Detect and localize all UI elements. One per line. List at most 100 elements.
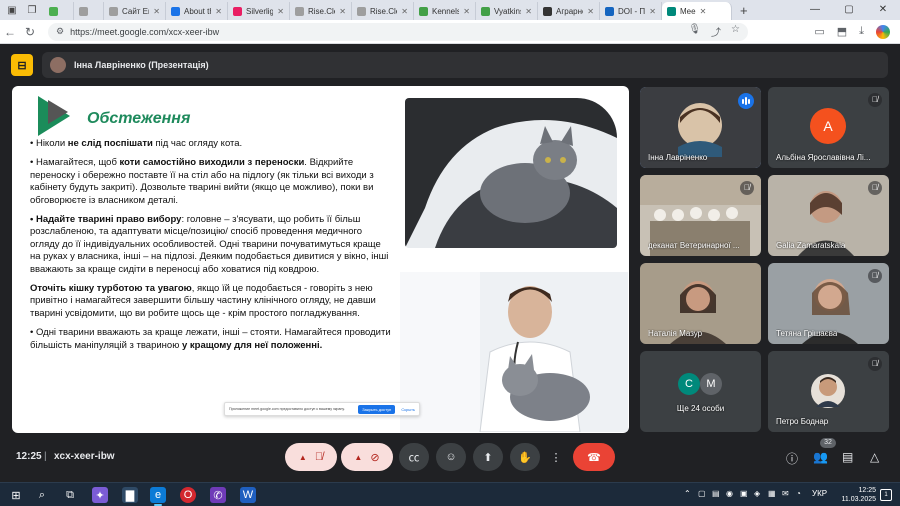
browser-tab[interactable]: Kennels ✕: [414, 2, 476, 20]
clock-time: 12:25: [858, 487, 876, 494]
video-options-chevron-icon[interactable]: ▲: [354, 453, 362, 462]
browser-tab[interactable]: [44, 2, 74, 20]
present-screen-icon: ⬆: [483, 451, 493, 464]
participant-tile[interactable]: A 🎙̸ Альбіна Ярославівна Лі...: [768, 87, 889, 168]
leave-call-button[interactable]: ☎: [573, 443, 615, 471]
close-window-button[interactable]: ✕: [866, 0, 900, 20]
close-tab-icon[interactable]: ✕: [339, 7, 346, 16]
tab-actions-icon[interactable]: ▣: [4, 3, 20, 17]
browser-tab[interactable]: Сайт Eral ✕: [104, 2, 166, 20]
window-controls: — ▢ ✕: [798, 0, 900, 20]
browser-tab[interactable]: Vyatkins ✕: [476, 2, 538, 20]
participant-tile[interactable]: 🎙̸ Петро Боднар: [768, 351, 889, 432]
browser-tab[interactable]: Rise.Clen ✕: [352, 2, 414, 20]
maximize-button[interactable]: ▢: [832, 0, 866, 20]
workspaces-icon[interactable]: ❐: [24, 3, 40, 17]
mic-in-use-icon[interactable]: 🎙: [688, 24, 701, 39]
activities-icon[interactable]: △: [870, 450, 879, 464]
info-icon[interactable]: ⓘ: [786, 450, 798, 467]
more-participants-tile[interactable]: C M Ще 24 особи: [640, 351, 761, 432]
close-tab-icon[interactable]: ✕: [525, 7, 532, 16]
close-tab-icon[interactable]: ✕: [277, 7, 284, 16]
tray-app-icon[interactable]: ▤: [712, 489, 720, 498]
participant-tile[interactable]: Інна Лавріненко: [640, 87, 761, 168]
copilot-app-icon[interactable]: ✦: [92, 487, 108, 503]
tray-app-icon[interactable]: ✉: [782, 489, 789, 498]
chat-icon[interactable]: ▤: [842, 450, 853, 464]
tab-favicon-icon: [605, 6, 614, 16]
close-tab-icon[interactable]: ✕: [401, 7, 408, 16]
system-clock[interactable]: 12:25 11.03.2025: [836, 486, 876, 504]
share-notice-text: Приложение meet.google.com предоставило …: [229, 407, 345, 411]
more-options-button[interactable]: ⋮: [545, 443, 567, 471]
mic-off-icon[interactable]: 🎙̸: [315, 451, 323, 463]
browser-tab[interactable]: Mee ✕: [662, 2, 732, 20]
word-app-icon[interactable]: W: [240, 487, 256, 503]
new-tab-button[interactable]: +: [740, 3, 748, 18]
participant-tile[interactable]: 🎙̸ Тетяна Грішаєва: [768, 263, 889, 344]
tray-app-icon[interactable]: ◉: [726, 489, 733, 498]
language-indicator[interactable]: УКР: [812, 489, 827, 498]
stop-presenting-icon[interactable]: ⊟: [11, 54, 33, 76]
browser-tab[interactable]: [74, 2, 104, 20]
camera-control[interactable]: ▲ ⊘: [341, 443, 393, 471]
tab-favicon-icon: [295, 6, 304, 16]
close-tab-icon[interactable]: ✕: [649, 7, 656, 16]
network-icon[interactable]: ◔: [796, 489, 801, 498]
participant-tile[interactable]: 🎙̸ Galia Zamaratskaia: [768, 175, 889, 256]
browser-tab[interactable]: Silverligh ✕: [228, 2, 290, 20]
reload-icon[interactable]: ↻: [20, 25, 40, 39]
stop-sharing-button[interactable]: Закрыть доступ: [358, 404, 396, 414]
minimize-button[interactable]: —: [798, 0, 832, 20]
participant-name: деканат Ветеринарної ...: [648, 241, 740, 250]
close-tab-icon[interactable]: ✕: [463, 7, 470, 16]
captions-button[interactable]: ㏄: [399, 443, 429, 471]
raise-hand-button[interactable]: ✋: [510, 443, 540, 471]
copilot-icon[interactable]: [876, 24, 890, 39]
participant-name: Тетяна Грішаєва: [776, 329, 838, 338]
camera-off-icon[interactable]: ⊘: [370, 451, 379, 464]
browser-tab[interactable]: Rise.Clen ✕: [290, 2, 352, 20]
meeting-separator: |: [44, 451, 47, 462]
participant-tile[interactable]: Наталія Мазур: [640, 263, 761, 344]
downloads-icon[interactable]: ⤓: [859, 25, 864, 38]
tray-overflow-icon[interactable]: ⌃: [684, 489, 691, 498]
file-explorer-icon[interactable]: ▇: [122, 487, 138, 503]
people-icon[interactable]: 👥: [813, 450, 828, 464]
browser-tab[interactable]: About th ✕: [166, 2, 228, 20]
hide-notice-button[interactable]: Скрыть: [401, 407, 415, 412]
share-icon[interactable]: ⤴: [711, 24, 721, 39]
mic-control[interactable]: ▲ 🎙̸: [285, 443, 337, 471]
edge-browser-icon[interactable]: e: [150, 487, 166, 506]
browser-tab[interactable]: DOI - Пе✕: [600, 2, 662, 20]
site-info-icon[interactable]: ⚙: [56, 26, 64, 37]
bookmark-star-icon[interactable]: ☆: [731, 24, 740, 39]
close-tab-icon[interactable]: ✕: [700, 7, 707, 16]
url-field[interactable]: ⚙ https://meet.google.com/xcx-xeer-ibw 🎙…: [48, 22, 748, 41]
extensions-icon[interactable]: ⬒: [837, 25, 847, 38]
close-tab-icon[interactable]: ✕: [215, 7, 222, 16]
tray-app-icon[interactable]: ▣: [740, 489, 748, 498]
notification-center-icon[interactable]: 1: [880, 489, 892, 501]
presenter-name: Інна Лавріненко (Презентація): [74, 60, 209, 70]
people-count-badge: 32: [820, 438, 836, 448]
task-view-icon[interactable]: ⧉: [62, 487, 78, 503]
audio-options-chevron-icon[interactable]: ▲: [299, 453, 307, 462]
present-button[interactable]: ⬆: [473, 443, 503, 471]
viber-icon[interactable]: ✆: [210, 487, 226, 503]
tray-app-icon[interactable]: ◈: [754, 489, 760, 498]
split-view-icon[interactable]: ▭: [814, 25, 824, 38]
start-windows-icon[interactable]: ⊞: [8, 487, 24, 503]
participant-name: Galia Zamaratskaia: [776, 241, 846, 250]
browser-tab[interactable]: Аграрне ✕: [538, 2, 600, 20]
opera-browser-icon[interactable]: O: [180, 487, 196, 503]
back-icon[interactable]: ←: [0, 25, 20, 39]
participant-tile[interactable]: 🎙̸ деканат Ветеринарної ...: [640, 175, 761, 256]
close-tab-icon[interactable]: ✕: [153, 7, 160, 16]
close-tab-icon[interactable]: ✕: [587, 7, 594, 16]
tray-app-icon[interactable]: ▦: [768, 489, 776, 498]
search-icon[interactable]: ⌕: [34, 487, 50, 503]
reactions-button[interactable]: ☺: [436, 443, 466, 471]
tray-app-icon[interactable]: ▢: [698, 489, 706, 498]
address-bar-row: ← ↻ ⚙ https://meet.google.com/xcx-xeer-i…: [0, 20, 900, 44]
